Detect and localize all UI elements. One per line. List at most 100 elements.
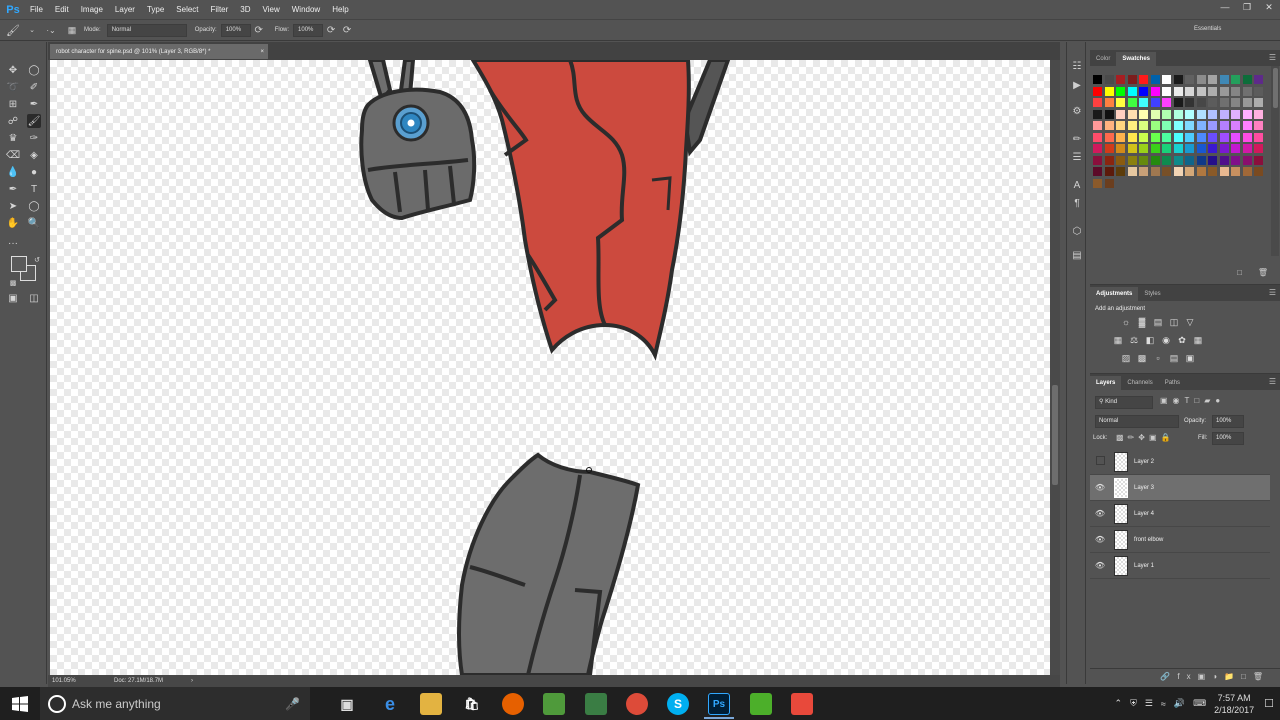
brightness-contrast-icon[interactable]: ☼ [1121,317,1131,327]
photoshop-logo[interactable]: Ps [2,0,24,19]
add-mask-icon[interactable]: ▣ [1198,672,1213,681]
color-swatch[interactable] [1208,109,1217,119]
color-swatch[interactable] [1231,155,1240,165]
tab-color[interactable]: Color [1090,52,1116,66]
ellipse-tool-icon[interactable]: ◯ [27,199,41,213]
color-swatch[interactable] [1208,167,1217,176]
color-swatch[interactable] [1104,167,1114,176]
color-swatch[interactable] [1196,132,1206,142]
pressure-size-icon[interactable]: ⟳ [339,25,355,36]
color-swatch[interactable] [1116,109,1125,119]
color-swatch[interactable] [1162,121,1171,130]
color-swatch[interactable] [1104,132,1114,142]
color-swatch[interactable] [1219,109,1229,119]
color-swatch[interactable] [1093,121,1102,130]
color-swatch[interactable] [1254,167,1263,176]
menu-window[interactable]: Window [286,0,326,19]
color-swatch[interactable] [1150,75,1160,84]
color-swatch[interactable] [1196,144,1206,153]
layer-row[interactable]: Layer 2 [1090,449,1270,475]
brush-size-icon[interactable]: ·⌄ [38,26,64,35]
menu-filter[interactable]: Filter [205,0,235,19]
marquee-tool-icon[interactable]: ◯ [27,63,41,77]
color-swatch[interactable] [1254,75,1263,84]
store-icon[interactable]: 🛍 [461,693,483,715]
color-swatch[interactable] [1185,109,1194,119]
task-view-icon[interactable]: ▣ [336,693,358,715]
network-icon[interactable]: ☰ [1145,698,1153,709]
invert-icon[interactable]: ▨ [1121,353,1131,363]
layer-opacity-field[interactable]: 100% [1212,415,1244,428]
color-swatch[interactable] [1185,155,1194,165]
color-swatch[interactable] [1231,144,1240,153]
type-tool-icon[interactable]: T [27,182,41,196]
libraries-panel-icon[interactable]: ▤ [1070,248,1084,262]
color-swatch[interactable] [1254,86,1263,96]
color-swatch[interactable] [1208,132,1217,142]
color-swatch[interactable] [1127,75,1137,84]
menu-file[interactable]: File [24,0,49,19]
color-swatch[interactable] [1219,167,1229,176]
shield-icon[interactable]: ⛨ [1130,698,1137,709]
history-brush-tool-icon[interactable]: ✑ [27,131,41,145]
color-swatch[interactable] [1208,75,1217,84]
canvas[interactable] [50,60,1050,675]
paint-bucket-tool-icon[interactable]: ◈ [27,148,41,162]
threshold-icon[interactable]: ▫ [1153,353,1163,363]
color-swatch[interactable] [1219,144,1229,153]
color-swatch[interactable] [1219,86,1229,96]
new-group-icon[interactable]: 📁 [1224,672,1241,681]
color-swatch[interactable] [1254,121,1263,130]
brush-panel-icon[interactable]: ▦ [64,25,80,36]
color-swatch[interactable] [1173,121,1183,130]
color-swatch[interactable] [1162,144,1171,153]
blur-tool-icon[interactable]: 💧 [6,165,20,179]
volume-icon[interactable]: 🔊 [1174,698,1185,709]
color-swatch[interactable] [1150,98,1160,107]
levels-icon[interactable]: ▓ [1137,317,1147,327]
color-swatch[interactable] [1104,109,1114,119]
menu-view[interactable]: View [257,0,286,19]
layer-filter-select[interactable]: ⚲ Kind [1095,396,1153,409]
close-tab-icon[interactable]: × [260,49,264,55]
healing-brush-tool-icon[interactable]: ☍ [6,114,20,128]
windows-start-icon[interactable] [0,687,40,720]
color-swatch[interactable] [1093,167,1102,176]
properties-panel-icon[interactable]: ⚙ [1070,104,1084,118]
menu-help[interactable]: Help [326,0,354,19]
color-swatch[interactable] [1139,109,1148,119]
color-swatch[interactable] [1127,121,1137,130]
path-select-tool-icon[interactable]: ➤ [6,199,20,213]
color-swatch[interactable] [1093,178,1102,188]
color-swatch[interactable] [1150,132,1160,142]
color-swatch[interactable] [1242,109,1252,119]
color-swatch[interactable] [1093,144,1102,153]
color-swatch[interactable] [1196,75,1206,84]
opacity-field[interactable]: 100% [220,23,251,37]
color-swatch[interactable] [1219,98,1229,107]
color-swatch[interactable] [1162,98,1171,107]
color-swatch[interactable] [1116,132,1125,142]
color-swatch[interactable] [1104,86,1114,96]
screen-mode-icon[interactable]: ◫ [27,291,41,305]
color-swatch[interactable] [1116,121,1125,130]
hand-tool-icon[interactable]: ✋ [6,216,20,230]
color-swatch[interactable] [1219,75,1229,84]
color-swatch[interactable] [1254,144,1263,153]
taskbar-search[interactable]: Ask me anything 🎤 [40,687,310,720]
more-tools-icon[interactable]: ··· [6,236,20,250]
color-swatch[interactable] [1173,75,1183,84]
color-swatch[interactable] [1162,155,1171,165]
3d-panel-icon[interactable]: ⬡ [1070,224,1084,238]
color-swatch[interactable] [1162,109,1171,119]
color-swatch[interactable] [1116,75,1125,84]
color-swatch[interactable] [1196,98,1206,107]
tab-swatches[interactable]: Swatches [1116,52,1157,66]
color-swatch[interactable] [1150,167,1160,176]
color-swatch[interactable] [1185,86,1194,96]
color-swatch[interactable] [1208,121,1217,130]
color-swatch[interactable] [1196,167,1206,176]
color-swatch[interactable] [1127,167,1137,176]
visibility-toggle[interactable] [1090,456,1110,467]
posterize-icon[interactable]: ▩ [1137,353,1147,363]
